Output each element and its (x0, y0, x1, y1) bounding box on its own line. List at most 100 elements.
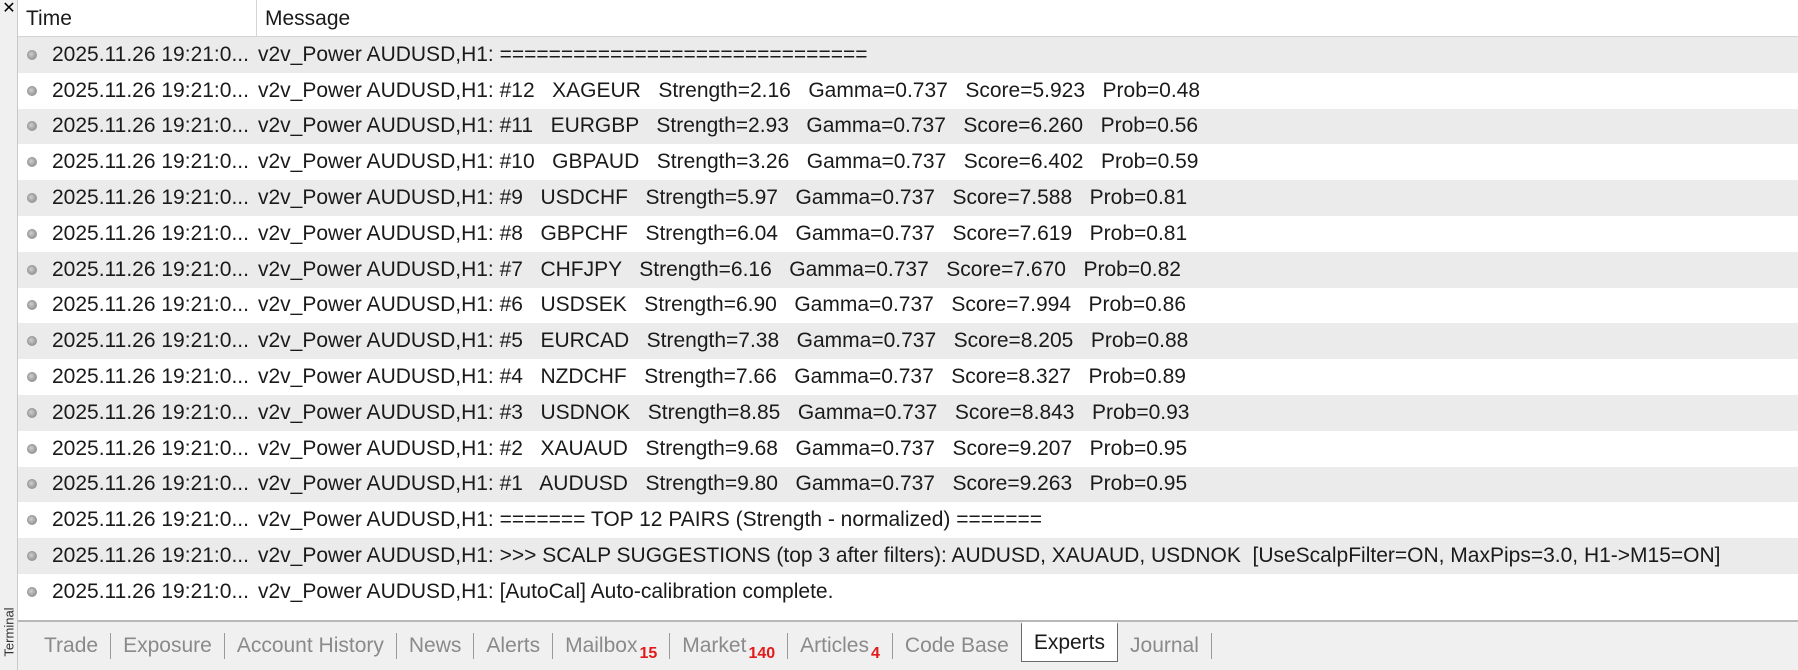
tab-mailbox[interactable]: Mailbox 15 (553, 628, 669, 664)
log-time: 2025.11.26 19:21:0... (52, 400, 249, 424)
log-entry-icon (27, 85, 37, 96)
log-row[interactable]: 2025.11.26 19:21:0... v2v_Power AUDUSD,H1… (18, 430, 1798, 467)
log-time: 2025.11.26 19:21:0... (52, 78, 249, 102)
tab-badge: 140 (748, 645, 776, 662)
log-row[interactable]: 2025.11.26 19:21:0... v2v_Power AUDUSD,H1… (18, 180, 1798, 216)
log-message: v2v_Power AUDUSD,H1: #9 USDCHF Strength=… (258, 186, 1188, 210)
tab-label: Exposure (123, 634, 212, 657)
log-time: 2025.11.26 19:21:0... (52, 329, 249, 353)
tab-label: Mailbox (565, 634, 638, 657)
tab-alerts[interactable]: Alerts (474, 628, 552, 664)
log-row[interactable]: 2025.11.26 19:21:0... v2v_Power AUDUSD,H1… (18, 72, 1798, 109)
log-message: v2v_Power AUDUSD,H1: #1 AUDUSD Strength=… (258, 472, 1188, 496)
log-message: v2v_Power AUDUSD,H1: ======= TOP 12 PAIR… (258, 508, 1043, 532)
log-row[interactable]: 2025.11.26 19:21:0... v2v_Power AUDUSD,H1… (18, 251, 1798, 288)
log-row[interactable]: 2025.11.26 19:21:0... v2v_Power AUDUSD,H1… (18, 323, 1798, 360)
log-row[interactable]: 2025.11.26 19:21:0... v2v_Power AUDUSD,H1… (18, 502, 1798, 539)
log-entry-icon (27, 300, 37, 311)
log-time: 2025.11.26 19:21:0... (52, 472, 249, 496)
log-entry-icon (27, 193, 37, 204)
log-time: 2025.11.26 19:21:0... (52, 257, 249, 281)
tab-code-base[interactable]: Code Base (893, 628, 1021, 664)
log-entry-icon (27, 515, 37, 526)
time-column-header[interactable]: Time (18, 0, 257, 36)
terminal-label: Terminal (0, 600, 18, 664)
log-message: v2v_Power AUDUSD,H1: #3 USDNOK Strength=… (258, 400, 1190, 424)
log-message: v2v_Power AUDUSD,H1: #2 XAUAUD Strength=… (258, 436, 1188, 460)
tab-articles[interactable]: Articles 4 (788, 628, 892, 664)
log-row[interactable]: 2025.11.26 19:21:0... v2v_Power AUDUSD,H1… (18, 37, 1798, 73)
log-message: v2v_Power AUDUSD,H1: #5 EURCAD Strength=… (258, 329, 1189, 353)
message-column-header[interactable]: Message (257, 0, 1798, 36)
tab-news[interactable]: News (397, 628, 474, 664)
log-header: Time Message (18, 0, 1798, 37)
log-message: v2v_Power AUDUSD,H1: #8 GBPCHF Strength=… (258, 221, 1188, 245)
log-entry-icon (27, 264, 37, 275)
terminal-label-text: Terminal (1, 607, 17, 657)
log-entry-icon (27, 372, 37, 383)
log-message: v2v_Power AUDUSD,H1: #6 USDSEK Strength=… (258, 293, 1186, 317)
log-message: v2v_Power AUDUSD,H1: ===================… (258, 42, 868, 66)
log-entry-icon (27, 157, 37, 168)
log-time: 2025.11.26 19:21:0... (52, 365, 249, 389)
log-entry-icon (27, 479, 37, 490)
log-row[interactable]: 2025.11.26 19:21:0... v2v_Power AUDUSD,H1… (18, 108, 1798, 145)
tab-badge: 15 (639, 645, 658, 662)
tab-label: Journal (1130, 634, 1199, 657)
log-message: v2v_Power AUDUSD,H1: #10 GBPAUD Strength… (258, 150, 1199, 174)
log-entry-icon (27, 49, 37, 60)
log-entry-icon (27, 121, 37, 132)
log-time: 2025.11.26 19:21:0... (52, 436, 249, 460)
log-row[interactable]: 2025.11.26 19:21:0... v2v_Power AUDUSD,H1… (18, 287, 1798, 324)
log-row[interactable]: 2025.11.26 19:21:0... v2v_Power AUDUSD,H1… (18, 394, 1798, 431)
log-row[interactable]: 2025.11.26 19:21:0... v2v_Power AUDUSD,H1… (18, 573, 1798, 610)
log-message: v2v_Power AUDUSD,H1: #12 XAGEUR Strength… (258, 78, 1201, 102)
tab-trade[interactable]: Trade (32, 628, 110, 664)
log-message: v2v_Power AUDUSD,H1: >>> SCALP SUGGESTIO… (258, 544, 1721, 568)
log-time: 2025.11.26 19:21:0... (52, 150, 249, 174)
tab-divider (1210, 633, 1212, 659)
log-entry-icon (27, 336, 37, 347)
tab-account-history[interactable]: Account History (225, 628, 396, 664)
log-time: 2025.11.26 19:21:0... (52, 508, 249, 532)
log-time: 2025.11.26 19:21:0... (52, 221, 249, 245)
log-row[interactable]: 2025.11.26 19:21:0... v2v_Power AUDUSD,H1… (18, 215, 1798, 252)
tab-label: Alerts (486, 634, 541, 657)
tab-label: Market (682, 634, 747, 657)
tab-experts[interactable]: Experts (1020, 622, 1119, 662)
terminal-tab-bar: Trade Exposure Account History News Alerts Ma… (18, 620, 1798, 670)
tab-label: Account History (236, 634, 384, 657)
log-row[interactable]: 2025.11.26 19:21:0... v2v_Power AUDUSD,H1… (18, 466, 1798, 503)
tab-label: Code Base (904, 634, 1009, 657)
log-time: 2025.11.26 19:21:0... (52, 544, 249, 568)
tab-label: News (408, 634, 462, 657)
tab-journal[interactable]: Journal (1118, 628, 1211, 664)
log-entry-icon (27, 551, 37, 562)
log-message: v2v_Power AUDUSD,H1: [AutoCal] Auto-cali… (258, 579, 834, 603)
log-entry-icon (27, 407, 37, 418)
log-message: v2v_Power AUDUSD,H1: #11 EURGBP Strength… (258, 114, 1199, 138)
log-time: 2025.11.26 19:21:0... (52, 42, 249, 66)
log-row[interactable]: 2025.11.26 19:21:0... v2v_Power AUDUSD,H1… (18, 538, 1798, 574)
log-row[interactable]: 2025.11.26 19:21:0... v2v_Power AUDUSD,H1… (18, 359, 1798, 395)
log-message: v2v_Power AUDUSD,H1: #7 CHFJPY Strength=… (258, 257, 1181, 281)
tab-badge: 4 (871, 645, 880, 662)
tab-label: Articles (800, 634, 869, 657)
tab-label: Experts (1033, 631, 1106, 654)
log-entry-icon (27, 228, 37, 239)
experts-log-panel: Time Message 2025.11.26 19:21:0... v2v_Po… (18, 0, 1798, 620)
log-time: 2025.11.26 19:21:0... (52, 579, 249, 603)
log-time: 2025.11.26 19:21:0... (52, 186, 249, 210)
log-entry-icon (27, 586, 37, 597)
tab-market[interactable]: Market 140 (670, 628, 787, 664)
tab-label: Trade (44, 634, 99, 657)
log-entry-icon (27, 443, 37, 454)
log-row[interactable]: 2025.11.26 19:21:0... v2v_Power AUDUSD,H1… (18, 144, 1798, 181)
tab-exposure[interactable]: Exposure (111, 628, 224, 664)
log-time: 2025.11.26 19:21:0... (52, 114, 249, 138)
log-message: v2v_Power AUDUSD,H1: #4 NZDCHF Strength=… (258, 365, 1186, 389)
terminal-side-strip: ✕ Terminal (0, 0, 18, 670)
log-time: 2025.11.26 19:21:0... (52, 293, 249, 317)
log-rows: 2025.11.26 19:21:0... v2v_Power AUDUSD,H1… (18, 37, 1798, 610)
close-icon[interactable]: ✕ (0, 0, 18, 18)
